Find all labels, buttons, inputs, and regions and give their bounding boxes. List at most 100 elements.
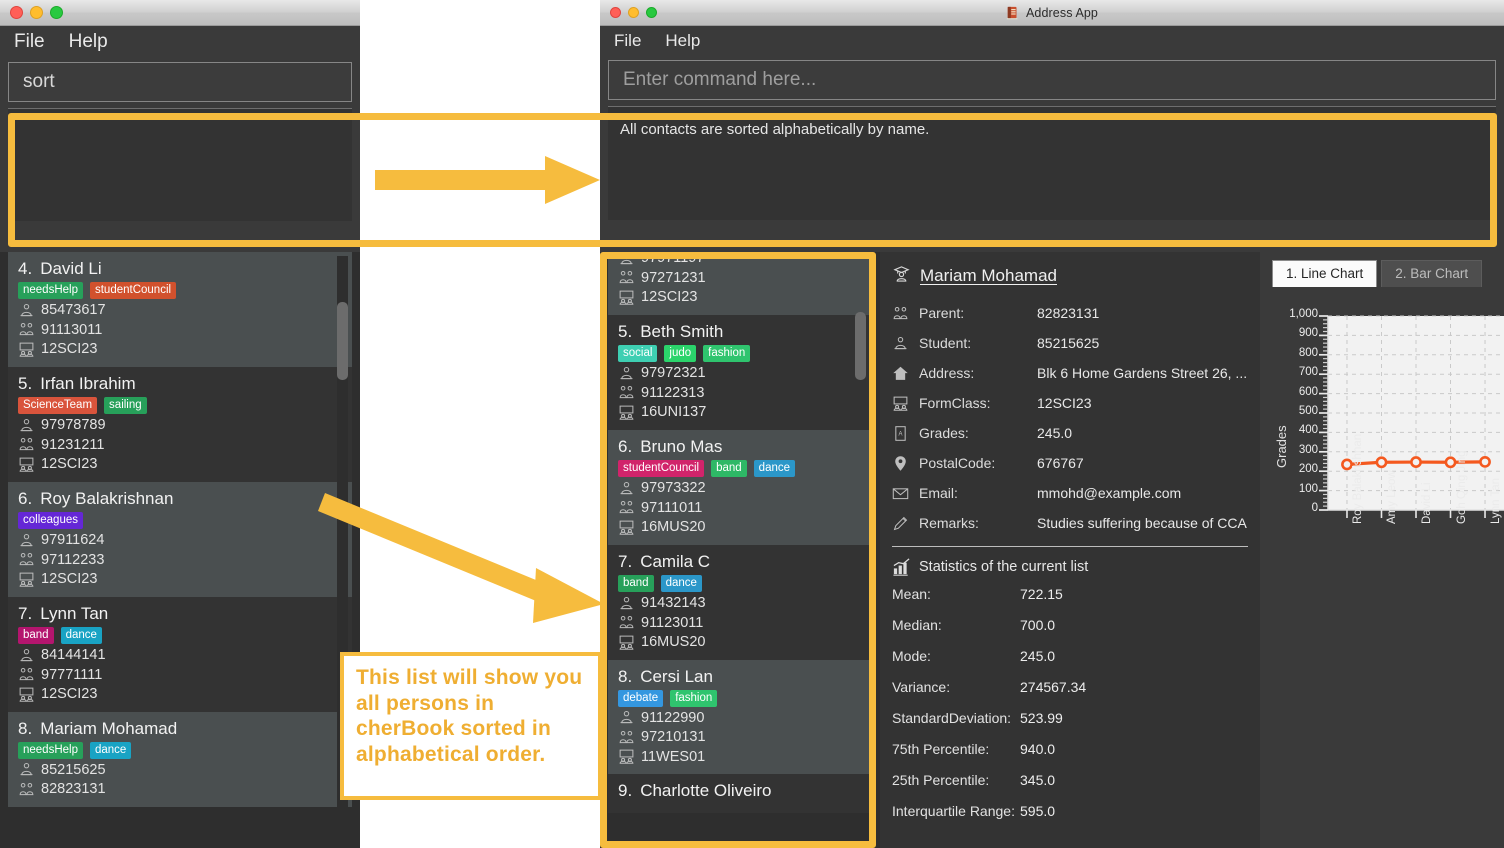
details-value: 85215625 bbox=[1037, 335, 1100, 351]
classroom-icon bbox=[618, 404, 635, 421]
person-field: 16MUS20 bbox=[618, 634, 860, 651]
person-tag-list: band dance bbox=[618, 574, 860, 592]
menu-help[interactable]: Help bbox=[665, 31, 700, 51]
grades-icon: A bbox=[892, 425, 909, 442]
person-field: 91122990 bbox=[618, 709, 860, 726]
person-field-value: 85473617 bbox=[41, 302, 106, 319]
person-field-value: 97911624 bbox=[41, 532, 105, 549]
line-chart: 0 100 200 300 400 500 600 700 800 900 1,000 Grades R… bbox=[1260, 288, 1504, 848]
statistics-label: 25th Percentile: bbox=[892, 771, 990, 788]
chart-tabstrip[interactable]: 1. Line Chart 2. Bar Chart bbox=[1260, 252, 1504, 287]
student-icon bbox=[18, 761, 35, 778]
person-field: 82823131 bbox=[18, 781, 342, 798]
statistics-value: 722.15 bbox=[1020, 585, 1063, 602]
list-item[interactable]: 6. Bruno Mas studentCouncil band dance 979733… bbox=[608, 429, 870, 545]
person-tag-list: needsHelp dance bbox=[18, 741, 342, 759]
statistics-value: 245.0 bbox=[1020, 647, 1056, 664]
details-value: 12SCI23 bbox=[1037, 395, 1092, 411]
x-axis-tick-label: Lynn Tan bbox=[1490, 477, 1503, 524]
list-item[interactable]: 4. David Li needsHelp studentCouncil 8547361… bbox=[8, 252, 352, 367]
menu-file[interactable]: File bbox=[14, 31, 45, 53]
student-icon bbox=[618, 595, 635, 612]
details-field-list: Parent: 82823131 Student: 85215625 Address: B… bbox=[880, 298, 1260, 538]
background-gap bbox=[360, 0, 600, 848]
maximize-button-icon[interactable] bbox=[50, 6, 63, 19]
person-field-value: 97112233 bbox=[41, 551, 105, 568]
statistics-row: Variance: 274567.34 bbox=[880, 671, 1260, 702]
person-field: 12SCI23 bbox=[18, 571, 342, 588]
menu-file[interactable]: File bbox=[614, 31, 641, 51]
statistics-label: Variance: bbox=[892, 678, 951, 695]
list-item[interactable]: 8. Cersi Lan debate fashion 91122990 97210131… bbox=[608, 659, 870, 775]
person-tag: colleagues bbox=[18, 511, 83, 530]
left-command-wrapper: sort bbox=[0, 58, 360, 102]
tab-bar-chart[interactable]: 2. Bar Chart bbox=[1381, 260, 1483, 287]
details-row: FormClass: 12SCI23 bbox=[880, 388, 1260, 418]
details-label: Parent: bbox=[919, 305, 965, 321]
person-field: 12SCI23 bbox=[18, 456, 342, 473]
close-button-icon[interactable] bbox=[10, 6, 23, 19]
person-field: 84144141 bbox=[18, 647, 342, 664]
person-field: 97771111 bbox=[18, 666, 342, 683]
details-value: 245.0 bbox=[1037, 425, 1073, 441]
details-label: Grades: bbox=[919, 425, 969, 441]
left-person-list[interactable]: 4. David Li needsHelp studentCouncil 8547361… bbox=[8, 252, 352, 807]
person-tag-list: social judo fashion bbox=[618, 344, 860, 363]
middle-list-scrollbar-thumb[interactable] bbox=[855, 312, 866, 380]
list-item[interactable]: 5. Irfan Ibrahim ScienceTeam sailing 9797878… bbox=[8, 366, 352, 482]
list-item[interactable]: 5. Beth Smith social judo fashion 97972321 911… bbox=[608, 314, 870, 430]
list-item[interactable]: 7. Lynn Tan band dance 84144141 97771111 12SCI… bbox=[8, 596, 352, 712]
classroom-icon bbox=[618, 519, 635, 536]
envelope-icon bbox=[892, 485, 909, 502]
middle-person-list[interactable]: xx979711979727123112SCI235.Beth Smithsoc… bbox=[608, 252, 870, 814]
details-row: A Grades: 245.0 bbox=[880, 418, 1260, 448]
person-field: 91123011 bbox=[618, 614, 860, 631]
person-field-value: 91122990 bbox=[641, 709, 705, 726]
student-icon bbox=[18, 302, 35, 319]
person-tag: fashion bbox=[670, 689, 718, 707]
student-icon bbox=[18, 647, 35, 664]
person-field-value: 12SCI23 bbox=[41, 571, 98, 588]
student-icon bbox=[18, 532, 35, 549]
person-tag: band bbox=[18, 626, 54, 644]
person-tag-list: studentCouncil band dance bbox=[618, 459, 860, 478]
menu-help[interactable]: Help bbox=[69, 31, 108, 53]
y-axis-tick-label: 1,000 bbox=[1289, 308, 1318, 320]
list-item[interactable]: 6. Roy Balakrishnan colleagues 97911624 9711… bbox=[8, 481, 352, 597]
person-field-value: 91113011 bbox=[41, 321, 103, 338]
middle-person-list-panel[interactable]: xx979711979727123112SCI235.Beth Smithsoc… bbox=[600, 252, 880, 848]
statistics-header: Statistics of the current list bbox=[880, 547, 1260, 578]
left-person-list-panel[interactable]: 4. David Li needsHelp studentCouncil 8547361… bbox=[0, 252, 360, 848]
details-row: PostalCode: 676767 bbox=[880, 448, 1260, 478]
person-field-value: 84144141 bbox=[41, 647, 106, 663]
tab-line-chart[interactable]: 1. Line Chart bbox=[1272, 260, 1378, 287]
person-tag: judo bbox=[664, 344, 697, 363]
person-field-value: 97972321 bbox=[641, 365, 706, 382]
left-command-input[interactable]: sort bbox=[8, 62, 352, 102]
minimize-button-icon[interactable] bbox=[30, 6, 43, 19]
left-list-scrollbar-thumb[interactable] bbox=[337, 302, 348, 380]
statistics-label: Median: bbox=[892, 616, 942, 633]
person-tag-list: colleagues bbox=[18, 511, 342, 530]
parents-icon bbox=[18, 321, 35, 338]
details-label: PostalCode: bbox=[919, 455, 996, 471]
chart-panel: 1. Line Chart 2. Bar Chart 0 100 200 300 400… bbox=[1260, 252, 1504, 848]
details-value: 82823131 bbox=[1037, 305, 1100, 321]
list-item-partial-bottom[interactable]: 9. Charlotte Oliveiro bbox=[608, 774, 870, 814]
details-value: Blk 6 Home Gardens Street 26, ... bbox=[1037, 365, 1248, 381]
person-field: 11WES01 bbox=[618, 748, 860, 765]
classroom-icon bbox=[18, 456, 35, 473]
list-item[interactable]: 7. Camila C band dance 91432143 91123011 16MUS… bbox=[608, 544, 870, 660]
person-tag: ScienceTeam bbox=[18, 396, 98, 415]
list-item-partial-top[interactable]: xx979711979727123112SCI23 bbox=[608, 252, 870, 315]
left-window-traffic-lights[interactable] bbox=[0, 6, 63, 19]
right-command-input[interactable]: Enter command here... bbox=[608, 60, 1496, 100]
statistics-value: 940.0 bbox=[1020, 740, 1056, 757]
person-field: 91432143 bbox=[618, 595, 860, 612]
list-item[interactable]: 8. Mariam Mohamad needsHelp dance 85215625 82… bbox=[8, 711, 352, 807]
person-field-value: 91122313 bbox=[641, 384, 705, 401]
y-axis-tick-label: 700 bbox=[1298, 366, 1318, 379]
right-window: Address App File Help Enter command here… bbox=[600, 0, 1504, 848]
person-tag-list: debate fashion bbox=[618, 689, 860, 707]
person-field: 91122313 bbox=[618, 384, 860, 401]
